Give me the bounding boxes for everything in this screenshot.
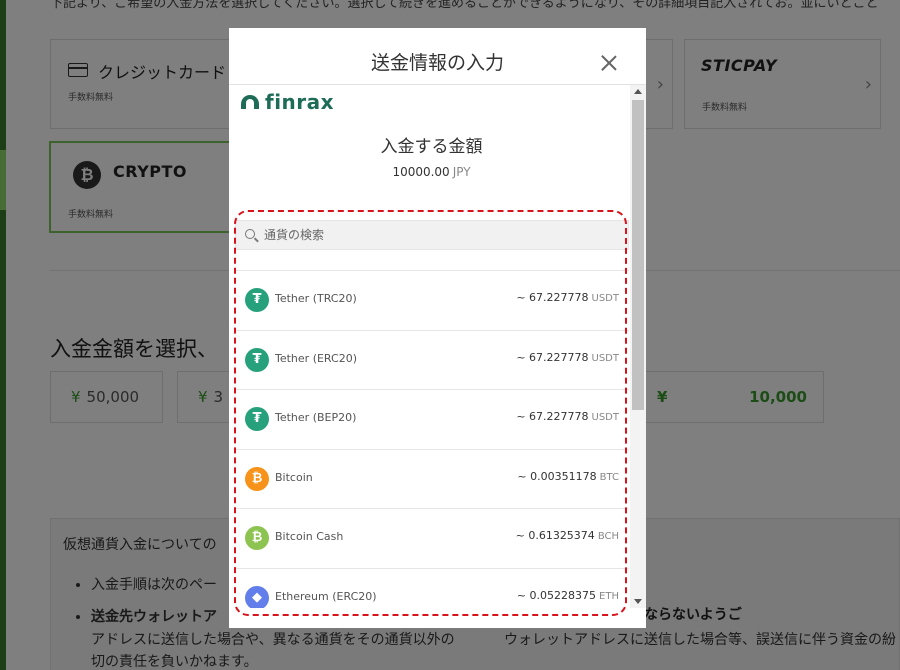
currency-amount-value: ~ 0.61325374 bbox=[515, 529, 595, 542]
currency-amount: ~ 67.227778 USDT bbox=[516, 291, 619, 304]
tether-icon: ₮ bbox=[245, 288, 269, 312]
currency-row[interactable]: ₮ Tether (TRC20) ~ 67.227778 USDT bbox=[235, 271, 629, 331]
finrax-frame: finrax 入金する金額 10000.00JPY ₮ Tether (TRC2… bbox=[229, 85, 646, 608]
tether-icon: ₮ bbox=[245, 347, 269, 372]
currency-amount-value: ~ 67.227778 bbox=[516, 291, 589, 304]
currency-unit: BCH bbox=[597, 531, 619, 542]
currency-unit: USDT bbox=[591, 293, 619, 304]
currency-amount: ~ 0.61325374 BCH bbox=[516, 529, 619, 542]
deposit-label: 入金する金額 bbox=[380, 137, 483, 157]
currency-amount-value: ~ 0.00351178 bbox=[517, 469, 597, 483]
currency-name: Bitcoin Cash bbox=[275, 530, 344, 543]
ethereum-icon: ◆ bbox=[245, 585, 269, 608]
currency-amount: ~ 67.227778 USDT bbox=[516, 351, 619, 364]
currency-row[interactable]: ₿ Bitcoin Cash ~ 0.61325374 BCH bbox=[235, 509, 629, 569]
currency-unit: BTC bbox=[599, 471, 619, 483]
currency-search[interactable] bbox=[235, 220, 629, 250]
currency-list: ₮ Tether (TRC20) ~ 67.227778 USDT ₮ Tethe… bbox=[235, 270, 629, 608]
currency-unit: USDT bbox=[591, 412, 619, 423]
close-icon[interactable] bbox=[600, 54, 618, 72]
currency-row[interactable]: ◆ Ethereum (ERC20) ~ 0.05228375 ETH bbox=[235, 569, 629, 608]
payment-info-modal: 送金情報の入力 finrax 入金する金額 10000.00JPY ₮ Teth… bbox=[229, 28, 646, 628]
currency-amount-value: ~ 67.227778 bbox=[516, 410, 589, 423]
currency-row[interactable]: ₮ Tether (ERC20) ~ 67.227778 USDT bbox=[235, 331, 629, 390]
currency-unit: ETH bbox=[599, 590, 619, 602]
deposit-amount: 10000.00 JPY bbox=[229, 165, 634, 179]
finrax-logo-icon bbox=[241, 95, 259, 109]
scrollbar-thumb[interactable] bbox=[632, 100, 644, 410]
currency-name: Tether (TRC20) bbox=[275, 292, 357, 305]
currency-amount-value: ~ 0.05228375 bbox=[516, 588, 597, 602]
currency-row[interactable]: ₮ Tether (BEP20) ~ 67.227778 USDT bbox=[235, 390, 629, 450]
finrax-logo: finrax bbox=[241, 90, 334, 114]
deposit-currency: JPY bbox=[452, 165, 471, 179]
modal-title: 送金情報の入力 bbox=[370, 52, 504, 74]
currency-row[interactable]: ₿ Bitcoin ~ 0.00351178 BTC bbox=[235, 450, 629, 509]
currency-amount-value: ~ 67.227778 bbox=[516, 350, 589, 364]
bitcoin-cash-icon: ₿ bbox=[245, 526, 269, 550]
finrax-logo-text: finrax bbox=[265, 90, 335, 114]
currency-unit: USDT bbox=[591, 352, 619, 364]
scrollbar[interactable] bbox=[630, 85, 646, 608]
currency-name: Bitcoin bbox=[275, 470, 313, 484]
currency-name: Ethereum (ERC20) bbox=[275, 589, 377, 603]
tether-icon: ₮ bbox=[245, 407, 269, 431]
scroll-down-arrow-icon[interactable] bbox=[634, 599, 642, 604]
bitcoin-icon: ₿ bbox=[245, 466, 269, 491]
currency-amount: ~ 67.227778 USDT bbox=[516, 410, 619, 423]
currency-search-input[interactable] bbox=[264, 221, 624, 249]
currency-name: Tether (BEP20) bbox=[275, 411, 357, 424]
currency-name: Tether (ERC20) bbox=[275, 351, 357, 365]
currency-amount: ~ 0.00351178 BTC bbox=[517, 470, 619, 483]
search-icon bbox=[245, 229, 255, 239]
scroll-up-arrow-icon[interactable] bbox=[634, 89, 642, 94]
currency-amount: ~ 0.05228375 ETH bbox=[517, 589, 619, 602]
deposit-amount-value: 10000.00 bbox=[392, 165, 450, 179]
